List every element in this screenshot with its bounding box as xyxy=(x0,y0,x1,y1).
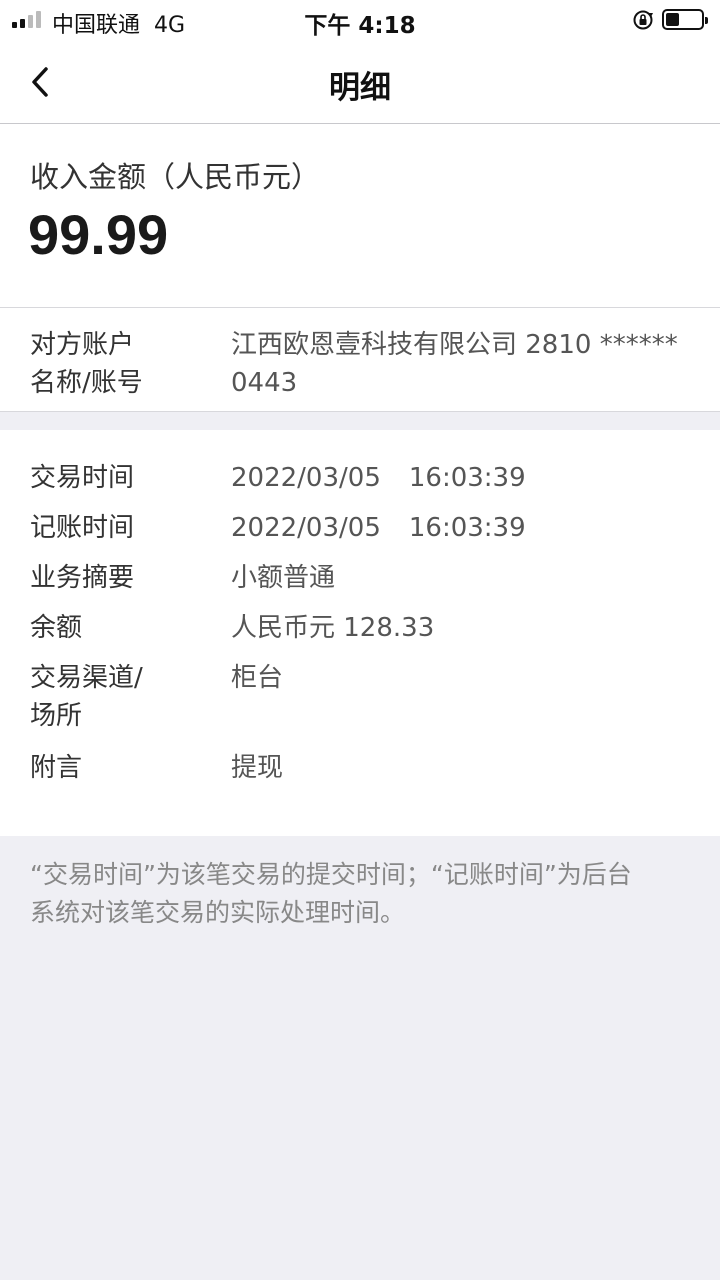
channel-label-line1: 交易渠道/ xyxy=(30,663,143,693)
footnote-line1: “交易时间”为该笔交易的提交时间；“记账时间”为后台 xyxy=(30,860,632,889)
channel-value: 柜台 xyxy=(231,663,284,693)
remark-value: 提现 xyxy=(231,753,284,783)
channel-label: 交易渠道/ 场所 xyxy=(30,659,143,735)
balance-value: 人民币元 128.33 xyxy=(231,613,435,643)
status-bar: 中国联通 4G 下午 4:18 xyxy=(0,0,720,40)
counterparty-section: 对方账户 名称/账号 江西欧恩壹科技有限公司 2810 ****** 0443 xyxy=(0,308,720,412)
status-time: 下午 4:18 xyxy=(304,13,416,39)
details-section: 交易时间 2022/03/05 16:03:39 记账时间 2022/03/05 1… xyxy=(0,430,720,836)
trade-time-value: 2022/03/05 16:03:39 xyxy=(231,459,526,497)
channel-label-line2: 场所 xyxy=(30,701,83,731)
orientation-lock-icon xyxy=(633,10,653,30)
summary-value: 小额普通 xyxy=(231,563,336,593)
amount-label: 收入金额（人民币元） xyxy=(30,160,321,194)
amount-section: 收入金额（人民币元） 99.99 xyxy=(0,124,720,308)
post-date: 2022/03/05 xyxy=(231,513,381,543)
footnote-line2: 系统对该笔交易的实际处理时间。 xyxy=(30,898,406,927)
counterparty-value-line1: 江西欧恩壹科技有限公司 2810 ****** xyxy=(231,330,678,360)
page-title: 明细 xyxy=(329,70,391,106)
counterparty-label-line1: 对方账户 xyxy=(30,330,135,360)
counterparty-label: 对方账户 名称/账号 xyxy=(30,326,143,402)
amount-value: 99.99 xyxy=(28,203,169,266)
battery-icon xyxy=(662,9,708,30)
post-time-label: 记账时间 xyxy=(30,513,135,543)
footnote: “交易时间”为该笔交易的提交时间；“记账时间”为后台 系统对该笔交易的实际处理时… xyxy=(30,856,690,932)
counterparty-label-line2: 名称/账号 xyxy=(30,368,143,398)
post-time-value: 2022/03/05 16:03:39 xyxy=(231,509,526,547)
nav-bar: 明细 xyxy=(0,40,720,124)
remark-label: 附言 xyxy=(30,753,83,783)
trade-date: 2022/03/05 xyxy=(231,463,381,493)
summary-label: 业务摘要 xyxy=(30,563,135,593)
trade-clock: 16:03:39 xyxy=(408,463,526,493)
balance-label: 余额 xyxy=(30,613,83,643)
counterparty-value-line2: 0443 xyxy=(231,368,298,398)
post-clock: 16:03:39 xyxy=(408,513,526,543)
trade-time-label: 交易时间 xyxy=(30,463,135,493)
counterparty-value: 江西欧恩壹科技有限公司 2810 ****** 0443 xyxy=(231,326,696,402)
